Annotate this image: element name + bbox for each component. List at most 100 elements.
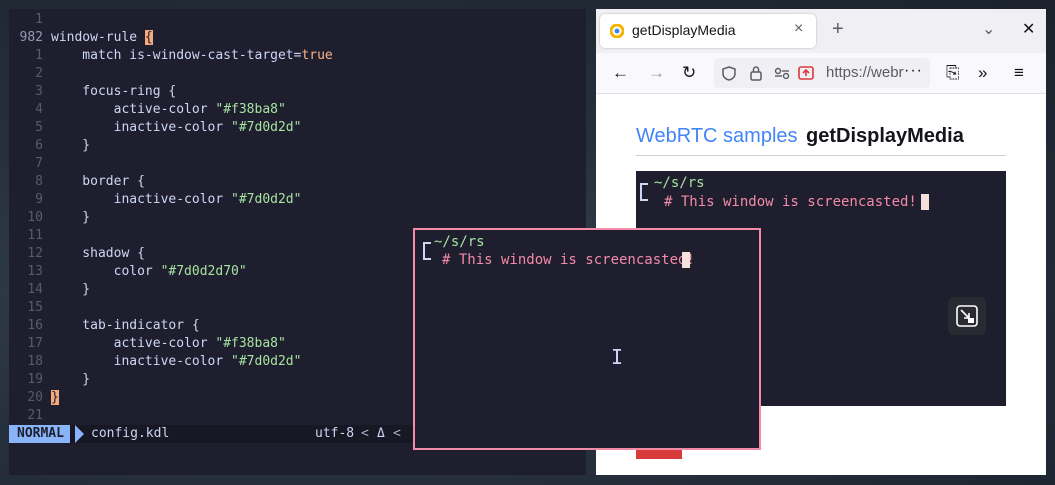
code-text: match is-window-cast-target=true	[51, 47, 333, 65]
terminal-comment: # This window is screencasted!	[664, 194, 917, 210]
code-token: border {	[51, 174, 145, 189]
separator-icon: <	[361, 426, 369, 441]
code-text: color "#7d0d2d70"	[51, 263, 247, 281]
page-header: WebRTC samples getDisplayMedia	[636, 125, 1006, 156]
code-text: }	[51, 389, 59, 407]
picture-in-picture-button[interactable]	[948, 297, 986, 335]
code-text: focus-ring {	[51, 83, 176, 101]
line-number: 18	[27, 354, 43, 369]
code-token: window-rule	[51, 30, 145, 45]
code-token: "#7d0d2d"	[231, 192, 302, 207]
line-number: 1	[35, 12, 43, 27]
reload-button[interactable]: ↻	[682, 63, 696, 83]
overflow-menu-icon[interactable]: »	[978, 63, 987, 83]
back-button[interactable]: ←	[612, 63, 629, 83]
screencast-window[interactable]: ~/s/rs # This window is screencasted! I	[413, 228, 761, 450]
code-token: "#7d0d2d70"	[160, 264, 247, 279]
code-token: "#f38ba8"	[215, 102, 286, 117]
new-tab-button[interactable]: +	[832, 18, 844, 41]
code-line[interactable]: 7	[9, 155, 586, 173]
line-number: 6	[35, 138, 43, 153]
terminal-path: ~/s/rs	[654, 175, 705, 191]
line-number: 13	[27, 264, 43, 279]
extensions-icon[interactable]: ⎘	[946, 63, 960, 83]
code-line[interactable]: 3 focus-ring {	[9, 83, 586, 101]
terminal-path: ~/s/rs	[434, 234, 485, 250]
separator-icon: <	[393, 426, 401, 441]
code-text: inactive-color "#7d0d2d"	[51, 119, 302, 137]
screen-share-icon[interactable]	[798, 66, 814, 80]
text-cursor-icon: I	[611, 345, 624, 369]
window-close-button[interactable]: ✕	[1022, 19, 1035, 39]
code-text: }	[51, 371, 90, 389]
code-token: tab-indicator {	[51, 318, 200, 333]
code-token: "#7d0d2d"	[231, 354, 302, 369]
terminal-cursor	[921, 194, 929, 210]
tab-list-chevron-icon[interactable]: ⌄	[982, 19, 995, 39]
terminal-comment: # This window is screencasted!	[442, 252, 695, 268]
code-text: tab-indicator {	[51, 317, 200, 335]
line-number: 3	[35, 84, 43, 99]
code-line[interactable]: 10 }	[9, 209, 586, 227]
code-token: }	[51, 282, 91, 297]
line-number: 7	[35, 156, 43, 171]
shield-icon[interactable]	[722, 66, 736, 81]
code-token: focus-ring {	[51, 84, 177, 99]
lock-icon[interactable]	[750, 65, 762, 81]
file-name: config.kdl	[91, 426, 170, 441]
tab-bar: getDisplayMedia × + ⌄ ✕	[596, 9, 1046, 53]
permissions-icon[interactable]	[774, 67, 790, 79]
code-token: }	[51, 138, 91, 153]
code-token: true	[301, 48, 333, 63]
code-line[interactable]: 6 }	[9, 137, 586, 155]
code-token: inactive-color	[51, 120, 232, 135]
hamburger-menu-icon[interactable]: ≡	[1014, 63, 1024, 83]
line-number: 19	[27, 372, 43, 387]
forward-button[interactable]: →	[648, 63, 665, 83]
line-number: 4	[35, 102, 43, 117]
prompt-bracket-bottom	[423, 250, 431, 260]
mode-badge: NORMAL	[9, 425, 70, 443]
tab-close-icon[interactable]: ×	[794, 20, 803, 38]
code-line[interactable]: 4 active-color "#f38ba8"	[9, 101, 586, 119]
stop-sharing-button[interactable]	[636, 449, 682, 459]
code-text: }	[51, 209, 90, 227]
url-text[interactable]: https://webrtc.github.io	[826, 64, 904, 81]
code-token: }	[51, 372, 91, 387]
line-number: 16	[27, 318, 43, 333]
code-text: inactive-color "#7d0d2d"	[51, 191, 302, 209]
code-line[interactable]: 2	[9, 65, 586, 83]
line-number: 12	[27, 246, 43, 261]
more-icon[interactable]: ···	[904, 62, 923, 80]
code-text: border {	[51, 173, 145, 191]
code-token: shadow {	[51, 246, 145, 261]
code-text: }	[51, 137, 90, 155]
line-number: 1	[35, 48, 43, 63]
line-number: 982	[19, 30, 43, 45]
code-token: match is-window-cast-target=	[51, 48, 302, 63]
code-line[interactable]: 8 border {	[9, 173, 586, 191]
code-line[interactable]: 9 inactive-color "#7d0d2d"	[9, 191, 586, 209]
terminal-cursor	[682, 252, 690, 268]
code-line[interactable]: 982 window-rule {	[9, 29, 586, 47]
line-number: 20	[27, 390, 43, 405]
code-token: inactive-color	[51, 192, 232, 207]
code-token: }	[51, 210, 91, 225]
line-number: 2	[35, 66, 43, 81]
line-number: 9	[35, 192, 43, 207]
page-title: getDisplayMedia	[806, 125, 964, 147]
code-token: }	[51, 390, 59, 405]
url-bar[interactable]: https://webrtc.github.io ···	[714, 58, 930, 88]
code-line[interactable]: 1	[9, 11, 586, 29]
code-line[interactable]: 1 match is-window-cast-target=true	[9, 47, 586, 65]
webrtc-samples-link[interactable]: WebRTC samples	[636, 125, 798, 148]
code-token: {	[144, 30, 153, 45]
tab-getdisplaymedia[interactable]: getDisplayMedia ×	[600, 14, 816, 48]
code-text: active-color "#f38ba8"	[51, 335, 286, 353]
mode-arrow-icon	[75, 425, 84, 443]
code-text: active-color "#f38ba8"	[51, 101, 286, 119]
line-number: 5	[35, 120, 43, 135]
line-number: 21	[27, 408, 43, 423]
code-line[interactable]: 5 inactive-color "#7d0d2d"	[9, 119, 586, 137]
code-token: active-color	[51, 336, 216, 351]
